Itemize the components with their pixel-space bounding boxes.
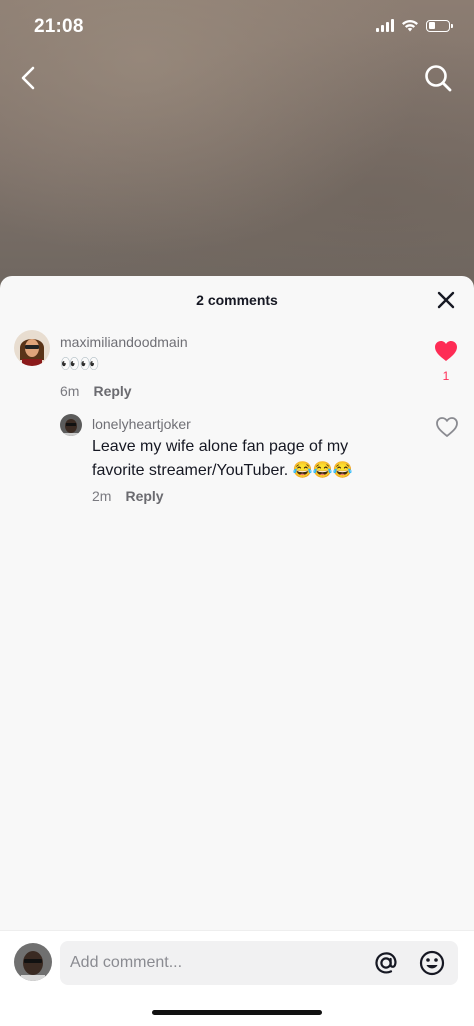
signal-icon bbox=[376, 19, 394, 32]
like-count: 1 bbox=[442, 369, 450, 383]
comment-username[interactable]: lonelyheartjoker bbox=[92, 416, 191, 432]
comment-text: 👀👀 bbox=[60, 356, 100, 373]
heart-filled-icon bbox=[435, 341, 457, 361]
search-icon bbox=[425, 65, 452, 92]
comment-time: 6m bbox=[60, 383, 80, 399]
close-icon bbox=[437, 291, 455, 309]
emoji-button[interactable] bbox=[418, 949, 446, 977]
comment-meta: 6m Reply bbox=[60, 383, 132, 399]
reply-comment-item: lonelyheartjoker Leave my wife alone fan… bbox=[0, 406, 474, 516]
comment-item: maximiliandoodmain 👀👀 6m Reply 1 bbox=[0, 324, 474, 404]
reply-button[interactable]: Reply bbox=[125, 488, 163, 504]
my-avatar bbox=[14, 943, 52, 981]
emoji-icon bbox=[419, 950, 445, 976]
back-button[interactable] bbox=[14, 62, 46, 94]
comment-time: 2m bbox=[92, 488, 112, 504]
like-button[interactable] bbox=[434, 416, 460, 443]
wifi-icon bbox=[402, 19, 418, 32]
status-time: 21:08 bbox=[34, 16, 84, 37]
comment-text: Leave my wife alone fan page of my favor… bbox=[92, 438, 353, 479]
comment-username[interactable]: maximiliandoodmain bbox=[60, 334, 188, 350]
status-icons bbox=[376, 19, 453, 32]
mention-button[interactable] bbox=[372, 949, 400, 977]
comment-composer: Add comment... bbox=[0, 930, 474, 1026]
comment-meta: 2m Reply bbox=[92, 488, 164, 504]
comment-input-placeholder: Add comment... bbox=[70, 954, 183, 971]
comments-header: 2 comments bbox=[0, 276, 474, 324]
comments-sheet: 2 comments maximiliandoodmain 👀👀 6m Reply bbox=[0, 276, 474, 1025]
avatar[interactable] bbox=[14, 330, 50, 366]
close-button[interactable] bbox=[436, 290, 456, 310]
search-button[interactable] bbox=[422, 62, 454, 94]
chevron-left-icon bbox=[21, 66, 35, 90]
heart-outline-icon bbox=[436, 417, 458, 437]
at-icon bbox=[375, 952, 397, 974]
like-button[interactable]: 1 bbox=[432, 340, 460, 383]
comments-count-title: 2 comments bbox=[196, 292, 278, 308]
battery-icon bbox=[426, 19, 453, 32]
reply-button[interactable]: Reply bbox=[93, 383, 131, 399]
avatar[interactable] bbox=[60, 414, 82, 436]
comment-input[interactable]: Add comment... bbox=[60, 941, 458, 985]
status-bar: 21:08 bbox=[0, 0, 474, 56]
home-indicator bbox=[152, 1010, 322, 1015]
